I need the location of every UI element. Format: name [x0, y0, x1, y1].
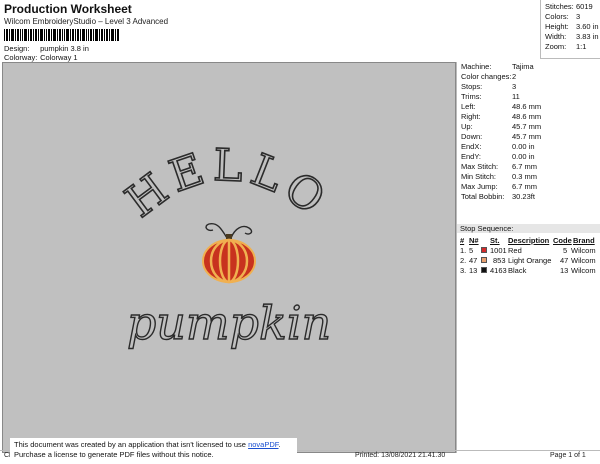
- col-description: Description: [508, 236, 550, 245]
- info-down: Down: 45.7 mm: [461, 132, 542, 141]
- info-up: Up: 45.7 mm: [461, 122, 542, 131]
- color-swatch-black: [481, 267, 487, 273]
- stat-zoom: Zoom: 1:1: [545, 42, 587, 51]
- info-trims: Trims: 11: [461, 92, 520, 101]
- design-row: Design: pumpkin 3.8 in: [4, 44, 89, 53]
- info-left: Left: 48.6 mm: [461, 102, 542, 111]
- info-endx: EndX: 0.00 in: [461, 142, 535, 151]
- stop-sequence-title: Stop Sequence:: [457, 224, 600, 233]
- info-total-bobbin: Total Bobbin: 30.23ft: [461, 192, 535, 201]
- stat-height: Height: 3.60 in: [545, 22, 599, 31]
- info-color-changes: Color changes:2: [461, 72, 517, 81]
- novapdf-link[interactable]: novaPDF: [248, 440, 278, 449]
- software-name: Wilcom EmbroideryStudio – Level 3 Advanc…: [4, 17, 169, 26]
- col-num: #: [460, 236, 465, 245]
- machine-info-panel: Machine: Tajima Color changes:2 Stops: 3 T…: [456, 62, 600, 453]
- colorway-label: Colorway:: [4, 53, 38, 62]
- info-machine: Machine: Tajima: [461, 62, 534, 71]
- printed-timestamp: Printed: 13/08/2021 21.41.30: [355, 452, 446, 459]
- info-max-stitch: Max Stitch: 6.7 mm: [461, 162, 538, 171]
- worksheet-title: Production Worksheet: [4, 2, 132, 16]
- design-word-pumpkin: pumpkin: [127, 296, 331, 350]
- stat-colors: Colors: 3: [545, 12, 581, 21]
- col-stitches: St.: [490, 236, 500, 245]
- info-min-stitch: Min Stitch: 0.3 mm: [461, 172, 538, 181]
- pumpkin-motif: [202, 222, 256, 284]
- design-preview: HELLO pumpkin: [2, 62, 456, 453]
- design-label: Design:: [4, 44, 30, 53]
- color-swatch-red: [481, 247, 487, 253]
- page-number: Page 1 of 1: [550, 452, 586, 459]
- stats-panel: Stitches: 6019 Colors: 3 Height: 3.60 in Wi…: [540, 0, 600, 59]
- design-value: pumpkin 3.8 in: [40, 44, 89, 53]
- colorway-value: Colorway 1: [40, 53, 78, 62]
- barcode: [4, 29, 119, 41]
- info-endy: EndY: 0.00 in: [461, 152, 535, 161]
- design-word-hello: HELLO: [117, 140, 339, 228]
- info-stops: Stops: 3: [461, 82, 517, 91]
- colorway-row: Colorway: Colorway 1: [4, 53, 78, 62]
- color-swatch-light-orange: [481, 257, 487, 263]
- pdf-license-notice: This document was created by an applicat…: [10, 438, 297, 461]
- info-max-jump: Max Jump: 6.7 mm: [461, 182, 538, 191]
- stat-width: Width: 3.83 in: [545, 32, 599, 41]
- col-brand: Brand: [573, 236, 595, 245]
- stat-stitches: Stitches: 6019: [545, 2, 593, 11]
- embroidery-design: HELLO pumpkin: [116, 139, 339, 351]
- info-right: Right: 48.6 mm: [461, 112, 542, 121]
- col-needle: N#: [469, 236, 479, 245]
- col-code: Code: [553, 236, 572, 245]
